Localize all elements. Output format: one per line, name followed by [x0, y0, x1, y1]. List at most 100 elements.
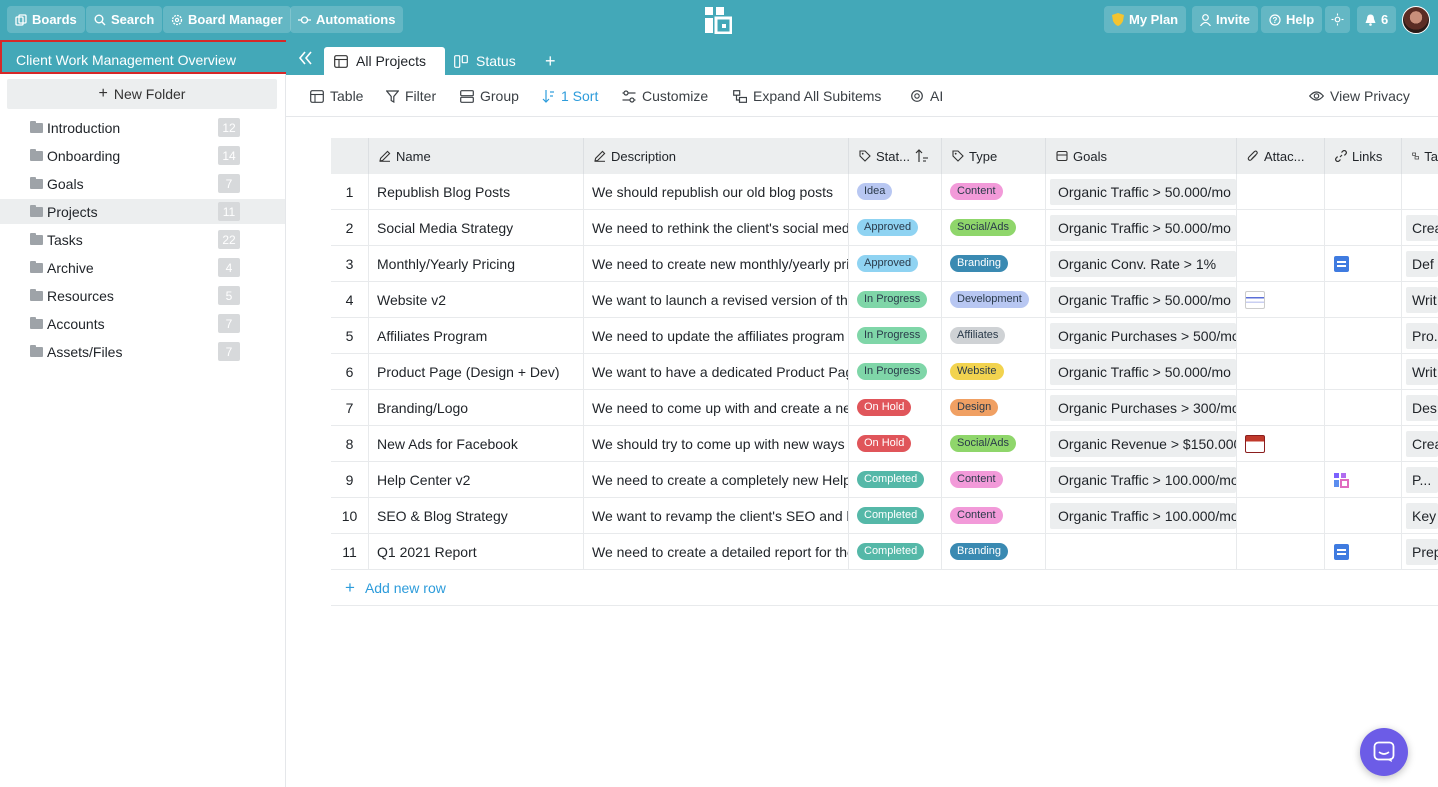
task-link-chip[interactable]: Des — [1406, 394, 1438, 421]
name-cell[interactable]: Product Page (Design + Dev) — [369, 354, 584, 389]
attachments-cell[interactable] — [1237, 390, 1325, 425]
type-cell[interactable]: Website — [942, 354, 1046, 389]
sidebar-folder-assets-files[interactable]: Assets/Files 7 — [0, 339, 285, 364]
tasks-cell[interactable]: Prep — [1402, 534, 1438, 569]
table-row[interactable]: 4 Website v2 We want to launch a revised v… — [331, 282, 1438, 318]
table-row[interactable]: 10 SEO & Blog Strategy We want to revamp t… — [331, 498, 1438, 534]
table-row[interactable]: 7 Branding/Logo We need to come up with an… — [331, 390, 1438, 426]
notifications-button[interactable]: 6 — [1357, 6, 1397, 33]
goal-link-chip[interactable]: Organic Purchases > 500/mo — [1050, 322, 1236, 349]
table-row[interactable]: 1 Republish Blog Posts We should republish… — [331, 174, 1438, 210]
goal-link-chip[interactable]: Organic Traffic > 100.000/mo — [1050, 502, 1236, 529]
goals-cell[interactable]: Organic Purchases > 500/mo — [1046, 318, 1237, 353]
links-cell[interactable] — [1325, 318, 1402, 353]
status-cell[interactable]: Approved — [849, 246, 942, 281]
invite-button[interactable]: Invite — [1192, 6, 1258, 33]
goals-cell[interactable]: Organic Conv. Rate > 1% — [1046, 246, 1237, 281]
goal-link-chip[interactable]: Organic Revenue > $150.000 — [1050, 430, 1236, 457]
type-cell[interactable]: Design — [942, 390, 1046, 425]
sidebar-folder-accounts[interactable]: Accounts 7 — [0, 311, 285, 336]
type-cell[interactable]: Affiliates — [942, 318, 1046, 353]
filter-button[interactable]: Filter — [386, 88, 436, 104]
links-cell[interactable] — [1325, 282, 1402, 317]
sidebar-folder-archive[interactable]: Archive 4 — [0, 255, 285, 280]
table-row[interactable]: 3 Monthly/Yearly Pricing We need to create… — [331, 246, 1438, 282]
column-header-name[interactable]: Name — [369, 138, 584, 174]
name-cell[interactable]: Social Media Strategy — [369, 210, 584, 245]
attachments-cell[interactable] — [1237, 462, 1325, 497]
description-cell[interactable]: We want to launch a revised version of t… — [584, 282, 849, 317]
description-cell[interactable]: We need to rethink the client's social m… — [584, 210, 849, 245]
expand-subitems-button[interactable]: Expand All Subitems — [733, 88, 881, 104]
sidebar-folder-tasks[interactable]: Tasks 22 — [0, 227, 285, 252]
sidebar-folder-goals[interactable]: Goals 7 — [0, 171, 285, 196]
goal-link-chip[interactable]: Organic Traffic > 100.000/mo — [1050, 466, 1236, 493]
status-cell[interactable]: In Progress — [849, 354, 942, 389]
task-link-chip[interactable]: Writ — [1406, 286, 1438, 313]
goals-cell[interactable]: Organic Revenue > $150.000 — [1046, 426, 1237, 461]
links-cell[interactable] — [1325, 210, 1402, 245]
sidebar-folder-resources[interactable]: Resources 5 — [0, 283, 285, 308]
name-cell[interactable]: Republish Blog Posts — [369, 174, 584, 209]
automations-button[interactable]: Automations — [290, 6, 404, 33]
links-cell[interactable] — [1325, 534, 1402, 569]
status-cell[interactable]: Completed — [849, 498, 942, 533]
boards-button[interactable]: Boards — [7, 6, 85, 33]
goal-link-chip[interactable]: Organic Traffic > 50.000/mo — [1050, 286, 1236, 313]
column-header-tasks[interactable]: Ta — [1402, 138, 1438, 174]
attachments-cell[interactable] — [1237, 318, 1325, 353]
type-cell[interactable]: Branding — [942, 534, 1046, 569]
name-cell[interactable]: New Ads for Facebook — [369, 426, 584, 461]
status-cell[interactable]: On Hold — [849, 390, 942, 425]
status-cell[interactable]: In Progress — [849, 282, 942, 317]
links-cell[interactable] — [1325, 498, 1402, 533]
add-view-icon[interactable]: + — [545, 52, 556, 70]
attachments-cell[interactable] — [1237, 246, 1325, 281]
type-cell[interactable]: Social/Ads — [942, 426, 1046, 461]
task-link-chip[interactable]: Pro... — [1406, 322, 1438, 349]
goals-cell[interactable]: Organic Traffic > 50.000/mo — [1046, 354, 1237, 389]
goal-link-chip[interactable]: Organic Traffic > 50.000/mo — [1050, 214, 1236, 241]
description-cell[interactable]: We should try to come up with new ways — [584, 426, 849, 461]
column-header-links[interactable]: Links — [1325, 138, 1402, 174]
name-cell[interactable]: Help Center v2 — [369, 462, 584, 497]
links-cell[interactable] — [1325, 390, 1402, 425]
goal-link-chip[interactable]: Organic Purchases > 300/mo — [1050, 394, 1236, 421]
goals-cell[interactable]: Organic Traffic > 50.000/mo — [1046, 174, 1237, 209]
status-cell[interactable]: Completed — [849, 534, 942, 569]
tasks-cell[interactable]: Key — [1402, 498, 1438, 533]
collapse-sidebar-icon[interactable] — [297, 49, 315, 67]
type-cell[interactable]: Development — [942, 282, 1046, 317]
table-row[interactable]: 6 Product Page (Design + Dev) We want to h… — [331, 354, 1438, 390]
goals-cell[interactable]: Organic Traffic > 50.000/mo — [1046, 210, 1237, 245]
table-row[interactable]: 9 Help Center v2 We need to create a compl… — [331, 462, 1438, 498]
goals-cell[interactable]: Organic Purchases > 300/mo — [1046, 390, 1237, 425]
board-title[interactable]: Client Work Management Overview — [0, 40, 289, 74]
status-cell[interactable]: Idea — [849, 174, 942, 209]
column-header-goals[interactable]: Goals — [1046, 138, 1237, 174]
sidebar-folder-projects[interactable]: Projects 11 — [0, 199, 285, 224]
avatar[interactable] — [1402, 6, 1430, 34]
group-button[interactable]: Group — [460, 88, 519, 104]
tab-status[interactable]: Status — [444, 47, 526, 75]
goals-cell[interactable]: Organic Traffic > 100.000/mo — [1046, 462, 1237, 497]
description-cell[interactable]: We should republish our old blog posts — [584, 174, 849, 209]
table-row[interactable]: 2 Social Media Strategy We need to rethink… — [331, 210, 1438, 246]
status-cell[interactable]: Approved — [849, 210, 942, 245]
table-view-button[interactable]: Table — [310, 88, 363, 104]
google-doc-icon[interactable] — [1334, 255, 1349, 272]
attachment-thumbnail[interactable] — [1245, 290, 1265, 309]
links-cell[interactable] — [1325, 426, 1402, 461]
goals-cell[interactable] — [1046, 534, 1237, 569]
description-cell[interactable]: We need to come up with and create a new… — [584, 390, 849, 425]
tasks-cell[interactable]: Des — [1402, 390, 1438, 425]
links-cell[interactable] — [1325, 174, 1402, 209]
goal-link-chip[interactable]: Organic Conv. Rate > 1% — [1050, 250, 1236, 277]
column-header-type[interactable]: Type — [942, 138, 1046, 174]
tasks-cell[interactable]: Writ — [1402, 282, 1438, 317]
description-cell[interactable]: We need to create a completely new Help … — [584, 462, 849, 497]
customize-button[interactable]: Customize — [622, 88, 708, 104]
links-cell[interactable] — [1325, 354, 1402, 389]
board-manager-button[interactable]: Board Manager — [163, 6, 291, 33]
tasks-cell[interactable]: Def — [1402, 246, 1438, 281]
